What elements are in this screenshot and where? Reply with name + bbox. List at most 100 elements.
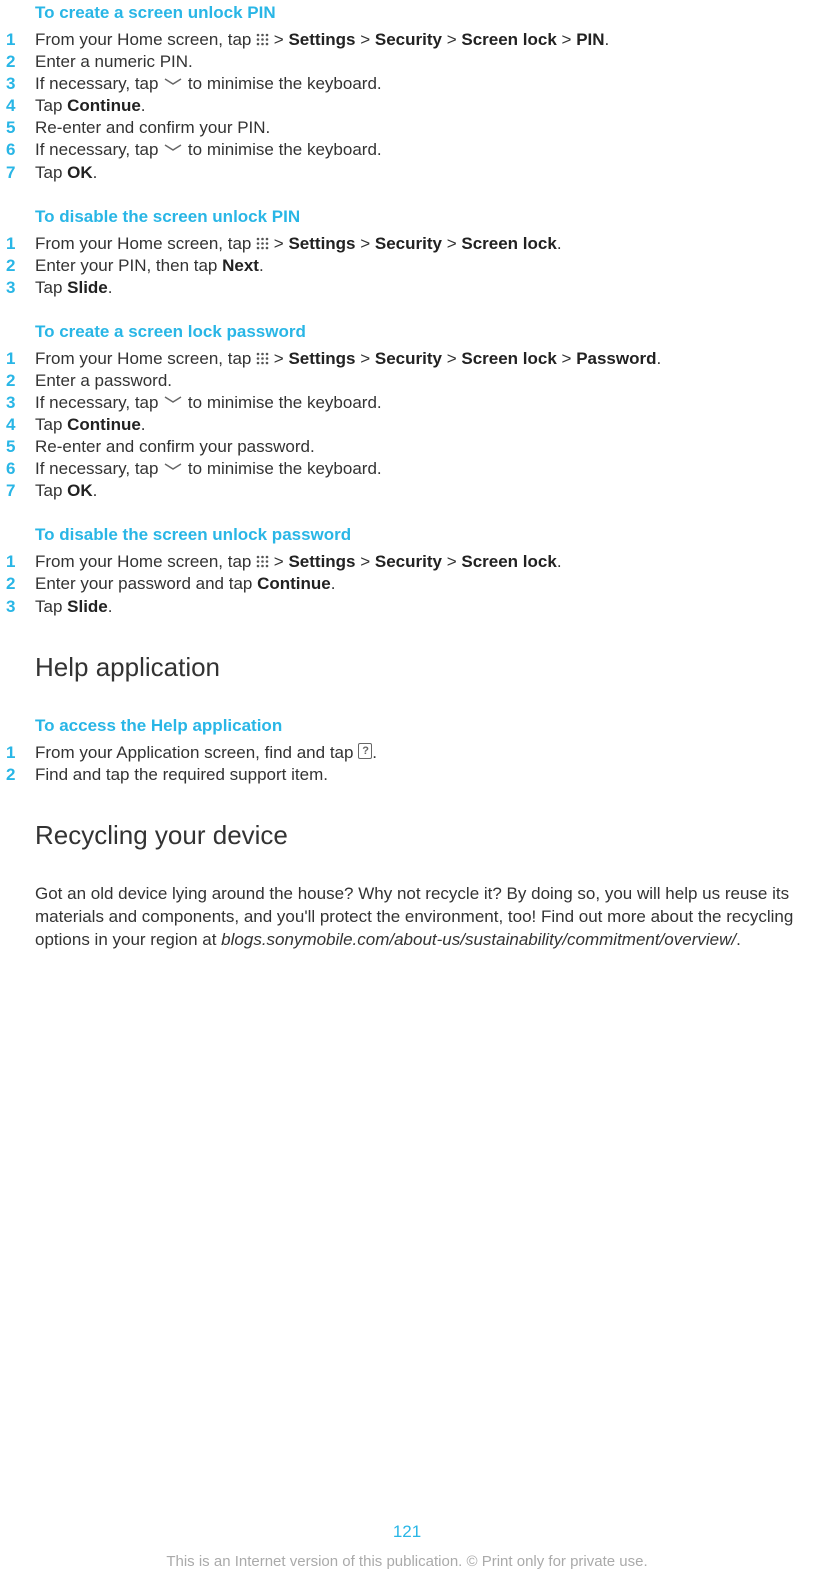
step-number: 4 (0, 95, 35, 117)
bold-text: Security (375, 234, 442, 253)
bold-text: Screen lock (461, 30, 556, 49)
step-list: 1From your Home screen, tap > Settings >… (0, 29, 814, 184)
text-run: to minimise the keyboard. (183, 459, 381, 478)
step-number: 2 (0, 370, 35, 392)
bold-text: Continue (67, 415, 141, 434)
step-number: 1 (0, 551, 35, 573)
section-heading: To disable the screen unlock PIN (35, 206, 814, 229)
text-run: Enter a password. (35, 371, 172, 390)
step-number: 3 (0, 392, 35, 414)
step-number: 3 (0, 277, 35, 299)
recycling-major-heading: Recycling your device (35, 818, 814, 853)
chevron-down-icon (163, 143, 183, 153)
step-text: Enter your PIN, then tap Next. (35, 255, 814, 277)
step-item: 7Tap OK. (0, 480, 814, 502)
step-number: 1 (0, 348, 35, 370)
step-item: 6If necessary, tap to minimise the keybo… (0, 139, 814, 161)
text-run: . (108, 597, 113, 616)
step-item: 1From your Application screen, find and … (0, 742, 814, 764)
step-text: Enter your password and tap Continue. (35, 573, 814, 595)
step-number: 5 (0, 117, 35, 139)
text-run: From your Home screen, tap (35, 234, 256, 253)
bold-text: Security (375, 552, 442, 571)
step-item: 2Enter your password and tap Continue. (0, 573, 814, 595)
text-run: > (356, 30, 375, 49)
text-run: to minimise the keyboard. (183, 393, 381, 412)
text-run: From your Home screen, tap (35, 552, 256, 571)
text-run: If necessary, tap (35, 140, 163, 159)
section-heading: To create a screen unlock PIN (35, 2, 814, 25)
bold-text: Screen lock (461, 552, 556, 571)
bold-text: Screen lock (461, 234, 556, 253)
step-number: 2 (0, 51, 35, 73)
text-run: From your Application screen, find and t… (35, 743, 358, 762)
text-run: > (356, 349, 375, 368)
text-run: > (442, 552, 461, 571)
step-item: 2Enter a numeric PIN. (0, 51, 814, 73)
step-item: 3Tap Slide. (0, 277, 814, 299)
section-heading: To create a screen lock password (35, 321, 814, 344)
bold-text: Continue (257, 574, 331, 593)
text-run: . (372, 743, 377, 762)
text-run: If necessary, tap (35, 74, 163, 93)
page-number: 121 (0, 1521, 814, 1544)
step-text: Tap OK. (35, 480, 814, 502)
text-run: Re-enter and confirm your PIN. (35, 118, 270, 137)
bold-text: Security (375, 30, 442, 49)
footer-text: This is an Internet version of this publ… (0, 1552, 814, 1572)
text-run: Tap (35, 96, 67, 115)
step-item: 7Tap OK. (0, 162, 814, 184)
help-icon (358, 743, 372, 759)
step-text: Re-enter and confirm your PIN. (35, 117, 814, 139)
step-item: 3Tap Slide. (0, 596, 814, 618)
step-item: 4Tap Continue. (0, 95, 814, 117)
text-run: From your Home screen, tap (35, 30, 256, 49)
step-text: Enter a password. (35, 370, 814, 392)
step-number: 2 (0, 255, 35, 277)
text-run: . (141, 96, 146, 115)
apps-icon (256, 237, 269, 250)
bold-text: Slide (67, 597, 108, 616)
text-run: Tap (35, 278, 67, 297)
step-number: 3 (0, 73, 35, 95)
step-text: If necessary, tap to minimise the keyboa… (35, 139, 814, 161)
step-text: From your Home screen, tap > Settings > … (35, 348, 814, 370)
step-list: 1From your Home screen, tap > Settings >… (0, 233, 814, 299)
step-number: 5 (0, 436, 35, 458)
step-item: 2Enter your PIN, then tap Next. (0, 255, 814, 277)
help-major-heading: Help application (35, 650, 814, 685)
step-text: Re-enter and confirm your password. (35, 436, 814, 458)
step-item: 1From your Home screen, tap > Settings >… (0, 29, 814, 51)
text-run: If necessary, tap (35, 459, 163, 478)
step-item: 1From your Home screen, tap > Settings >… (0, 233, 814, 255)
text-run: to minimise the keyboard. (183, 74, 381, 93)
step-text: From your Home screen, tap > Settings > … (35, 233, 814, 255)
text-run: > (557, 30, 576, 49)
step-text: Tap Slide. (35, 596, 814, 618)
step-number: 7 (0, 162, 35, 184)
text-run: > (269, 30, 288, 49)
apps-icon (256, 352, 269, 365)
step-item: 6If necessary, tap to minimise the keybo… (0, 458, 814, 480)
text-run: > (557, 349, 576, 368)
step-text: Tap Continue. (35, 414, 814, 436)
recycling-body-text: Got an old device lying around the house… (35, 883, 804, 952)
text-run: . (557, 552, 562, 571)
bold-text: Settings (288, 349, 355, 368)
text-run: . (259, 256, 264, 275)
apps-icon (256, 33, 269, 46)
bold-text: Security (375, 349, 442, 368)
bold-text: PIN (576, 30, 604, 49)
text-run: > (356, 234, 375, 253)
bold-text: Next (222, 256, 259, 275)
step-item: 3If necessary, tap to minimise the keybo… (0, 73, 814, 95)
step-text: Find and tap the required support item. (35, 764, 814, 786)
text-run: to minimise the keyboard. (183, 140, 381, 159)
step-number: 4 (0, 414, 35, 436)
text-run: . (141, 415, 146, 434)
chevron-down-icon (163, 462, 183, 472)
step-text: From your Home screen, tap > Settings > … (35, 29, 814, 51)
step-text: Tap Continue. (35, 95, 814, 117)
step-text: Tap Slide. (35, 277, 814, 299)
text-run: > (269, 349, 288, 368)
